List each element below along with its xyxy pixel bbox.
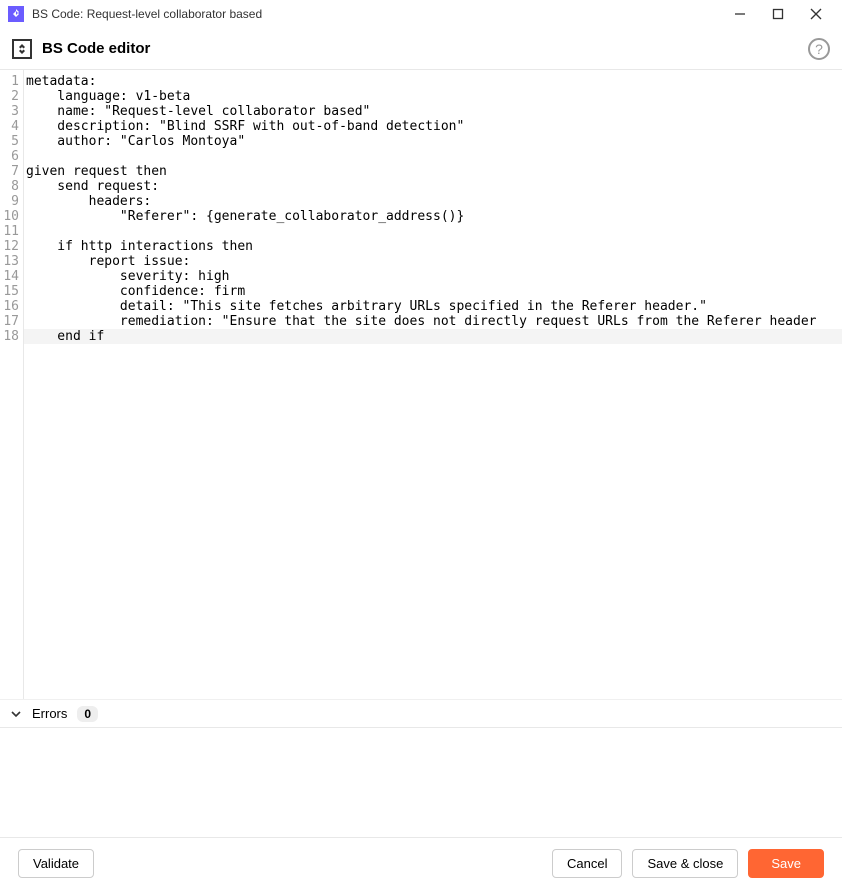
code-line[interactable]: report issue: xyxy=(24,254,842,269)
code-line[interactable]: headers: xyxy=(24,194,842,209)
code-line[interactable]: send request: xyxy=(24,179,842,194)
help-icon[interactable]: ? xyxy=(808,38,830,60)
code-line[interactable]: language: v1-beta xyxy=(24,89,842,104)
errors-bar: Errors 0 xyxy=(0,699,842,727)
code-line[interactable]: remediation: "Ensure that the site does … xyxy=(24,314,842,329)
maximize-button[interactable] xyxy=(768,4,788,24)
code-line[interactable]: confidence: firm xyxy=(24,284,842,299)
editor-logo-icon xyxy=(12,39,32,59)
code-line[interactable] xyxy=(24,224,842,239)
code-editor[interactable]: 123456789101112131415161718 metadata: la… xyxy=(0,70,842,699)
close-button[interactable] xyxy=(806,4,826,24)
validate-button[interactable]: Validate xyxy=(18,849,94,878)
window-controls xyxy=(730,4,834,24)
save-button[interactable]: Save xyxy=(748,849,824,878)
code-line[interactable]: end if xyxy=(24,329,842,344)
code-line[interactable]: name: "Request-level collaborator based" xyxy=(24,104,842,119)
app-icon xyxy=(8,6,24,22)
code-line[interactable]: "Referer": {generate_collaborator_addres… xyxy=(24,209,842,224)
code-line[interactable] xyxy=(24,149,842,164)
editor-header: BS Code editor ? xyxy=(0,28,842,70)
errors-count: 0 xyxy=(77,706,98,722)
errors-toggle-icon[interactable] xyxy=(10,708,22,720)
titlebar: BS Code: Request-level collaborator base… xyxy=(0,0,842,28)
code-line[interactable]: detail: "This site fetches arbitrary URL… xyxy=(24,299,842,314)
line-gutter: 123456789101112131415161718 xyxy=(0,70,24,699)
code-line[interactable]: metadata: xyxy=(24,74,842,89)
window-title: BS Code: Request-level collaborator base… xyxy=(32,7,722,21)
editor-title: BS Code editor xyxy=(42,40,798,57)
footer: Validate Cancel Save & close Save xyxy=(0,837,842,889)
code-line[interactable]: author: "Carlos Montoya" xyxy=(24,134,842,149)
code-body[interactable]: metadata: language: v1-beta name: "Reque… xyxy=(24,70,842,699)
code-line[interactable]: if http interactions then xyxy=(24,239,842,254)
cancel-button[interactable]: Cancel xyxy=(552,849,622,878)
code-line[interactable]: severity: high xyxy=(24,269,842,284)
code-line[interactable]: description: "Blind SSRF with out-of-ban… xyxy=(24,119,842,134)
save-close-button[interactable]: Save & close xyxy=(632,849,738,878)
errors-label: Errors xyxy=(32,706,67,721)
minimize-button[interactable] xyxy=(730,4,750,24)
errors-panel xyxy=(0,727,842,837)
code-line[interactable]: given request then xyxy=(24,164,842,179)
